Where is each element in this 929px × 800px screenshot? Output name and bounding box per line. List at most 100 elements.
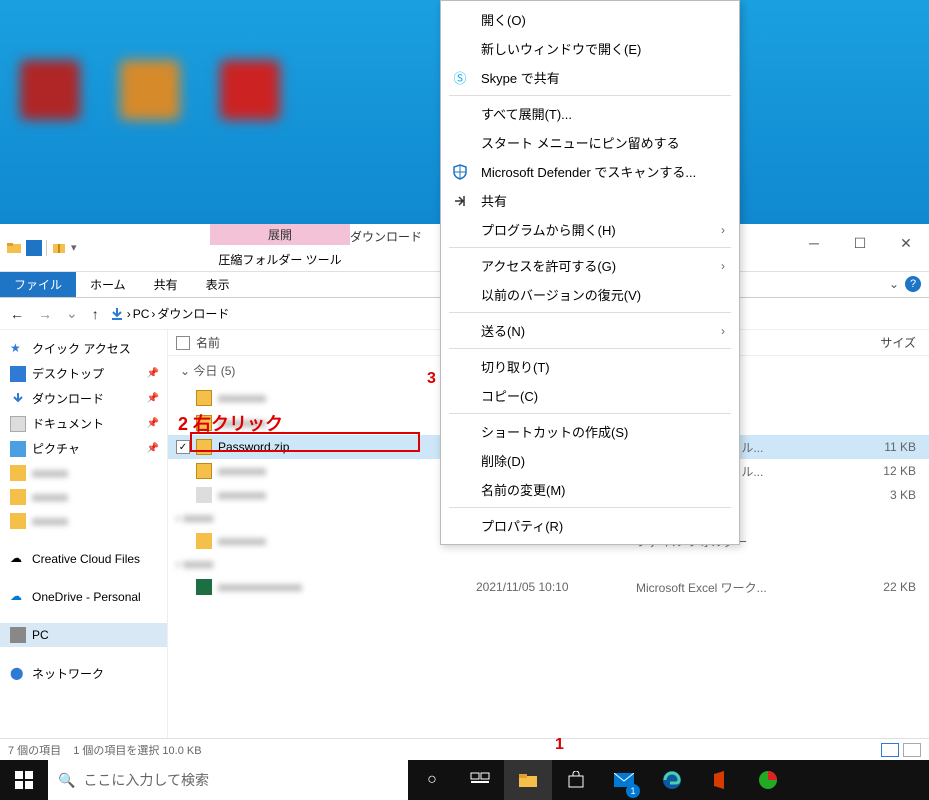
ctx-cut[interactable]: 切り取り(T): [441, 352, 739, 381]
skype-icon: Ⓢ: [451, 69, 469, 87]
taskbar: 🔍 ここに入力して検索 ○ 1: [0, 760, 929, 800]
maximize-button[interactable]: ☐: [837, 228, 883, 258]
document-icon: [10, 416, 26, 432]
details-view-icon[interactable]: [881, 743, 899, 757]
ctx-pin-start[interactable]: スタート メニューにピン留めする: [441, 128, 739, 157]
sidebar-onedrive[interactable]: ☁OneDrive - Personal: [0, 585, 167, 609]
contextual-header: 展開: [210, 224, 350, 245]
file-row[interactable]: xxxxxxxxxxxxxx 2021/11/05 10:10 Microsof…: [168, 575, 929, 599]
ctx-send-to[interactable]: 送る(N)›: [441, 316, 739, 345]
large-icons-view-icon[interactable]: [903, 743, 921, 757]
ctx-rename[interactable]: 名前の変更(M): [441, 475, 739, 504]
ctx-properties[interactable]: プロパティ(R): [441, 511, 739, 540]
chevron-right-icon: ›: [721, 324, 725, 338]
sidebar-documents[interactable]: ドキュメント📌: [0, 411, 167, 436]
sidebar-creative-cloud[interactable]: ☁Creative Cloud Files: [0, 547, 167, 571]
sidebar: ★クイック アクセス デスクトップ📌 ダウンロード📌 ドキュメント📌 ピクチャ📌…: [0, 330, 168, 738]
shield-icon: [451, 163, 469, 181]
close-button[interactable]: ✕: [883, 228, 929, 258]
expand-ribbon-icon[interactable]: ⌄: [889, 277, 899, 291]
sidebar-pictures[interactable]: ピクチャ📌: [0, 436, 167, 461]
help-icon[interactable]: ?: [905, 276, 921, 292]
search-icon: 🔍: [58, 772, 75, 789]
back-button[interactable]: ←: [6, 306, 28, 322]
tab-share[interactable]: 共有: [140, 272, 192, 297]
context-menu: 開く(O) 新しいウィンドウで開く(E) ⓈSkype で共有 すべて展開(T)…: [440, 0, 740, 545]
tab-home[interactable]: ホーム: [76, 272, 140, 297]
file-explorer-taskbar[interactable]: [504, 760, 552, 800]
recent-dropdown[interactable]: ⌄: [62, 305, 82, 322]
ctx-open-with[interactable]: プログラムから開く(H)›: [441, 215, 739, 244]
ctx-copy[interactable]: コピー(C): [441, 381, 739, 410]
mail-taskbar[interactable]: 1: [600, 760, 648, 800]
file-icon: [196, 415, 212, 431]
folder-icon: [6, 240, 22, 256]
status-selection: 1 個の項目を選択 10.0 KB: [73, 742, 201, 758]
excel-icon: [196, 579, 212, 595]
sidebar-network[interactable]: ⬤ネットワーク: [0, 661, 167, 686]
tab-view[interactable]: 表示: [192, 272, 244, 297]
contextual-label[interactable]: 圧縮フォルダー ツール: [210, 245, 350, 274]
network-icon: ⬤: [10, 666, 26, 682]
tab-file[interactable]: ファイル: [0, 272, 76, 297]
pc-icon: [10, 627, 26, 643]
store-taskbar[interactable]: [552, 760, 600, 800]
zip-icon: [196, 463, 212, 479]
sidebar-quick-access[interactable]: ★クイック アクセス: [0, 336, 167, 361]
onedrive-icon: ☁: [10, 589, 26, 605]
pin-icon: 📌: [147, 443, 159, 454]
file-name[interactable]: Password.zip: [218, 440, 289, 454]
col-name[interactable]: 名前: [196, 334, 220, 351]
col-size[interactable]: サイズ: [836, 334, 916, 351]
ctx-extract-all[interactable]: すべて展開(T)...: [441, 99, 739, 128]
office-taskbar[interactable]: [696, 760, 744, 800]
pin-icon: 📌: [147, 393, 159, 404]
save-icon[interactable]: [26, 240, 42, 256]
minimize-button[interactable]: ─: [791, 228, 837, 258]
sidebar-downloads[interactable]: ダウンロード📌: [0, 386, 167, 411]
ctx-open[interactable]: 開く(O): [441, 5, 739, 34]
crumb-pc[interactable]: PC: [133, 307, 150, 321]
task-view-button[interactable]: [456, 760, 504, 800]
select-all-checkbox[interactable]: [176, 336, 190, 350]
app-taskbar[interactable]: [744, 760, 792, 800]
mail-badge: 1: [626, 784, 640, 798]
sidebar-blur3[interactable]: xxxxxx: [0, 509, 167, 533]
ctx-skype-share[interactable]: ⓈSkype で共有: [441, 63, 739, 92]
crumb-downloads[interactable]: ダウンロード: [157, 305, 229, 322]
ctx-delete[interactable]: 削除(D): [441, 446, 739, 475]
breadcrumb[interactable]: › PC › ダウンロード: [109, 305, 230, 322]
checkbox[interactable]: ✓: [176, 440, 190, 454]
ctx-create-shortcut[interactable]: ショートカットの作成(S): [441, 417, 739, 446]
cortana-button[interactable]: ○: [408, 760, 456, 800]
file-icon: [196, 390, 212, 406]
search-placeholder: ここに入力して検索: [83, 770, 209, 790]
xml-icon: [196, 487, 212, 503]
sidebar-blur1[interactable]: xxxxxx: [0, 461, 167, 485]
ctx-restore-versions[interactable]: 以前のバージョンの復元(V): [441, 280, 739, 309]
forward-button[interactable]: →: [34, 306, 56, 322]
status-bar: 7 個の項目 1 個の項目を選択 10.0 KB: [0, 738, 929, 760]
ctx-defender-scan[interactable]: Microsoft Defender でスキャンする...: [441, 157, 739, 186]
folder-icon: [10, 489, 26, 505]
folder-icon: [10, 513, 26, 529]
share-icon: [451, 192, 469, 210]
ctx-grant-access[interactable]: アクセスを許可する(G)›: [441, 251, 739, 280]
group-row-blur[interactable]: › xxxxx: [168, 553, 929, 575]
up-button[interactable]: ↑: [88, 306, 103, 322]
taskbar-search[interactable]: 🔍 ここに入力して検索: [48, 760, 408, 800]
zip-icon: [196, 439, 212, 455]
creative-cloud-icon: ☁: [10, 551, 26, 567]
folder-icon: [10, 465, 26, 481]
pin-icon: 📌: [147, 418, 159, 429]
contextual-tab[interactable]: 展開 圧縮フォルダー ツール: [210, 224, 350, 272]
edge-taskbar[interactable]: [648, 760, 696, 800]
sidebar-desktop[interactable]: デスクトップ📌: [0, 361, 167, 386]
ctx-new-window[interactable]: 新しいウィンドウで開く(E): [441, 34, 739, 63]
start-button[interactable]: [0, 760, 48, 800]
pictures-icon: [10, 441, 26, 457]
sidebar-blur2[interactable]: xxxxxx: [0, 485, 167, 509]
ctx-share[interactable]: 共有: [441, 186, 739, 215]
sidebar-pc[interactable]: PC: [0, 623, 167, 647]
download-icon: [109, 306, 125, 322]
